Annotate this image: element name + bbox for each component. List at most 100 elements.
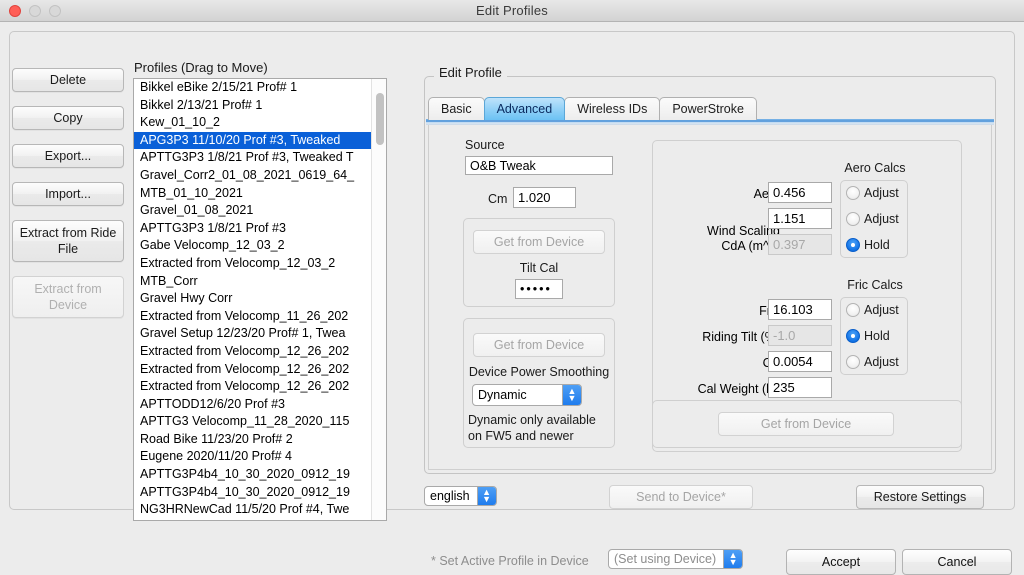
smoothing-get-from-device-button: Get from Device — [473, 333, 605, 357]
fric-get-from-device-button: Get from Device — [718, 412, 894, 436]
profile-list-item[interactable]: MTB_01_10_2021 — [134, 185, 371, 203]
restore-settings-button[interactable]: Restore Settings — [856, 485, 984, 509]
profile-list-item[interactable]: Extracted from Velocomp_11_26_202 — [134, 308, 371, 326]
power-smoothing-label: Device Power Smoothing — [463, 365, 615, 379]
profile-list-item[interactable]: Extracted from Velocomp_12_26_202 — [134, 343, 371, 361]
fric-input[interactable] — [768, 299, 832, 320]
aero-label: Aero — [660, 187, 780, 201]
cm-label: Cm — [488, 192, 507, 206]
profile-list-item[interactable]: Gravel_Corr2_01_08_2021_0619_64_ — [134, 167, 371, 185]
wind-scaling-input[interactable] — [768, 208, 832, 229]
export-button[interactable]: Export... — [12, 144, 124, 168]
radio-icon — [846, 238, 860, 252]
active-profile-select[interactable]: (Set using Device) ▲▼ — [608, 549, 743, 569]
edit-profile-group-title: Edit Profile — [434, 65, 507, 80]
cm-input[interactable] — [513, 187, 576, 208]
profile-list-item[interactable]: Bikkel 2/13/21 Prof# 1 — [134, 97, 371, 115]
accept-button[interactable]: Accept — [786, 549, 896, 575]
profile-list-item[interactable]: APTTG3P4b4_10_30_2020_0912_19 — [134, 519, 371, 520]
window-body: Delete Copy Export... Import... Extract … — [0, 22, 1024, 563]
aero-mode-label: Adjust — [864, 186, 899, 200]
profile-list-item[interactable]: Bikkel eBike 2/15/21 Prof# 1 — [134, 79, 371, 97]
profile-list-item[interactable]: APTTG3P3 1/8/21 Prof #3, Tweaked T — [134, 149, 371, 167]
wind-scaling-label: Wind Scaling — [660, 224, 780, 238]
aero-input[interactable] — [768, 182, 832, 203]
profile-list-item[interactable]: MTB_Corr — [134, 273, 371, 291]
power-smoothing-value: Dynamic — [478, 388, 527, 402]
radio-icon — [846, 303, 860, 317]
profiles-list-rows: Bikkel eBike 2/15/21 Prof# 1Bikkel 2/13/… — [134, 79, 371, 520]
radio-icon — [846, 212, 860, 226]
extract-from-ride-file-button[interactable]: Extract from Ride File — [12, 220, 124, 262]
fric-mode-adjust-radio[interactable]: Adjust — [846, 303, 899, 317]
profile-list-item[interactable]: APTTG3P4b4_10_30_2020_0912_19 — [134, 484, 371, 502]
tab-advanced[interactable]: Advanced — [484, 97, 566, 120]
power-smoothing-note: Dynamic only available on FW5 and newer — [468, 412, 612, 444]
power-smoothing-select[interactable]: Dynamic ▲▼ — [472, 384, 582, 406]
profile-list-item[interactable]: APTTG3P3 1/8/21 Prof #3 — [134, 220, 371, 238]
chevron-updown-icon: ▲▼ — [562, 385, 581, 405]
source-input[interactable] — [465, 156, 613, 175]
profile-list-item[interactable]: APG3P3 11/10/20 Prof #3, Tweaked — [134, 132, 371, 150]
riding-tilt-mode-hold-radio[interactable]: Hold — [846, 329, 890, 343]
profile-list-item[interactable]: Gabe Velocomp_12_03_2 — [134, 237, 371, 255]
cda-mode-hold-radio[interactable]: Hold — [846, 238, 890, 252]
window-title-bar: Edit Profiles — [0, 0, 1024, 22]
profile-list-item[interactable]: Gravel Setup 12/23/20 Prof# 1, Twea — [134, 325, 371, 343]
tab-basic[interactable]: Basic — [428, 97, 485, 120]
profile-list-item[interactable]: Eugene 2020/11/20 Prof# 4 — [134, 448, 371, 466]
crr-mode-label: Adjust — [864, 355, 899, 369]
fric-mode-label: Adjust — [864, 303, 899, 317]
window-title: Edit Profiles — [0, 3, 1024, 18]
profile-list-item[interactable]: Extracted from Velocomp_12_26_202 — [134, 378, 371, 396]
profile-list-item[interactable]: Gravel_01_08_2021 — [134, 202, 371, 220]
copy-button[interactable]: Copy — [12, 106, 124, 130]
tilt-get-from-device-button: Get from Device — [473, 230, 605, 254]
source-label: Source — [465, 138, 505, 152]
delete-button[interactable]: Delete — [12, 68, 124, 92]
cal-weight-label: Cal Weight (lb) — [660, 382, 780, 396]
profile-list-item[interactable]: Extracted from Velocomp_12_26_202 — [134, 361, 371, 379]
active-profile-value: (Set using Device) — [614, 552, 716, 566]
set-active-profile-label: * Set Active Profile in Device — [431, 554, 589, 568]
profile-list-item[interactable]: Road Bike 11/23/20 Prof# 2 — [134, 431, 371, 449]
profile-list-item[interactable]: Gravel Hwy Corr — [134, 290, 371, 308]
profile-list-item[interactable]: APTTG3P4b4_10_30_2020_0912_19 — [134, 466, 371, 484]
tab-wireless-ids[interactable]: Wireless IDs — [564, 97, 660, 120]
radio-icon — [846, 329, 860, 343]
tilt-cal-label: Tilt Cal — [463, 261, 615, 275]
crr-mode-adjust-radio[interactable]: Adjust — [846, 355, 899, 369]
cda-mode-label: Hold — [864, 238, 890, 252]
crr-label: Crr — [660, 356, 780, 370]
crr-input[interactable] — [768, 351, 832, 372]
chevron-updown-icon: ▲▼ — [477, 487, 496, 505]
profile-list-item[interactable]: Extracted from Velocomp_12_03_2 — [134, 255, 371, 273]
tilt-cal-input[interactable] — [515, 279, 563, 299]
profiles-list-label: Profiles (Drag to Move) — [134, 60, 268, 75]
wind-scaling-mode-adjust-radio[interactable]: Adjust — [846, 212, 899, 226]
cancel-button[interactable]: Cancel — [902, 549, 1012, 575]
aero-mode-adjust-radio[interactable]: Adjust — [846, 186, 899, 200]
scrollbar-thumb[interactable] — [376, 93, 384, 145]
radio-icon — [846, 355, 860, 369]
cda-label: CdA (m^2) — [660, 239, 780, 253]
sidebar-button-group: Delete Copy Export... Import... Extract … — [12, 68, 124, 332]
fric-label: Fric — [660, 304, 780, 318]
riding-tilt-label: Riding Tilt (%) — [660, 330, 780, 344]
tab-strip: Basic Advanced Wireless IDs PowerStroke — [428, 97, 756, 120]
extract-from-device-button: Extract from Device — [12, 276, 124, 318]
riding-tilt-input — [768, 325, 832, 346]
language-select[interactable]: english ▲▼ — [424, 486, 497, 506]
profile-list-item[interactable]: Kew_01_10_2 — [134, 114, 371, 132]
cal-weight-input[interactable] — [768, 377, 832, 398]
send-to-device-button: Send to Device* — [609, 485, 753, 509]
language-value: english — [430, 489, 470, 503]
wind-scaling-mode-label: Adjust — [864, 212, 899, 226]
profile-list-item[interactable]: APTTG3 Velocomp_11_28_2020_115 — [134, 413, 371, 431]
profiles-list[interactable]: Bikkel eBike 2/15/21 Prof# 1Bikkel 2/13/… — [133, 78, 387, 521]
tab-powerstroke[interactable]: PowerStroke — [659, 97, 757, 120]
profile-list-item[interactable]: APTTODD12/6/20 Prof #3 — [134, 396, 371, 414]
profile-list-item[interactable]: NG3HRNewCad 11/5/20 Prof #4, Twe — [134, 501, 371, 519]
import-button[interactable]: Import... — [12, 182, 124, 206]
profiles-list-scrollbar[interactable] — [371, 79, 386, 520]
